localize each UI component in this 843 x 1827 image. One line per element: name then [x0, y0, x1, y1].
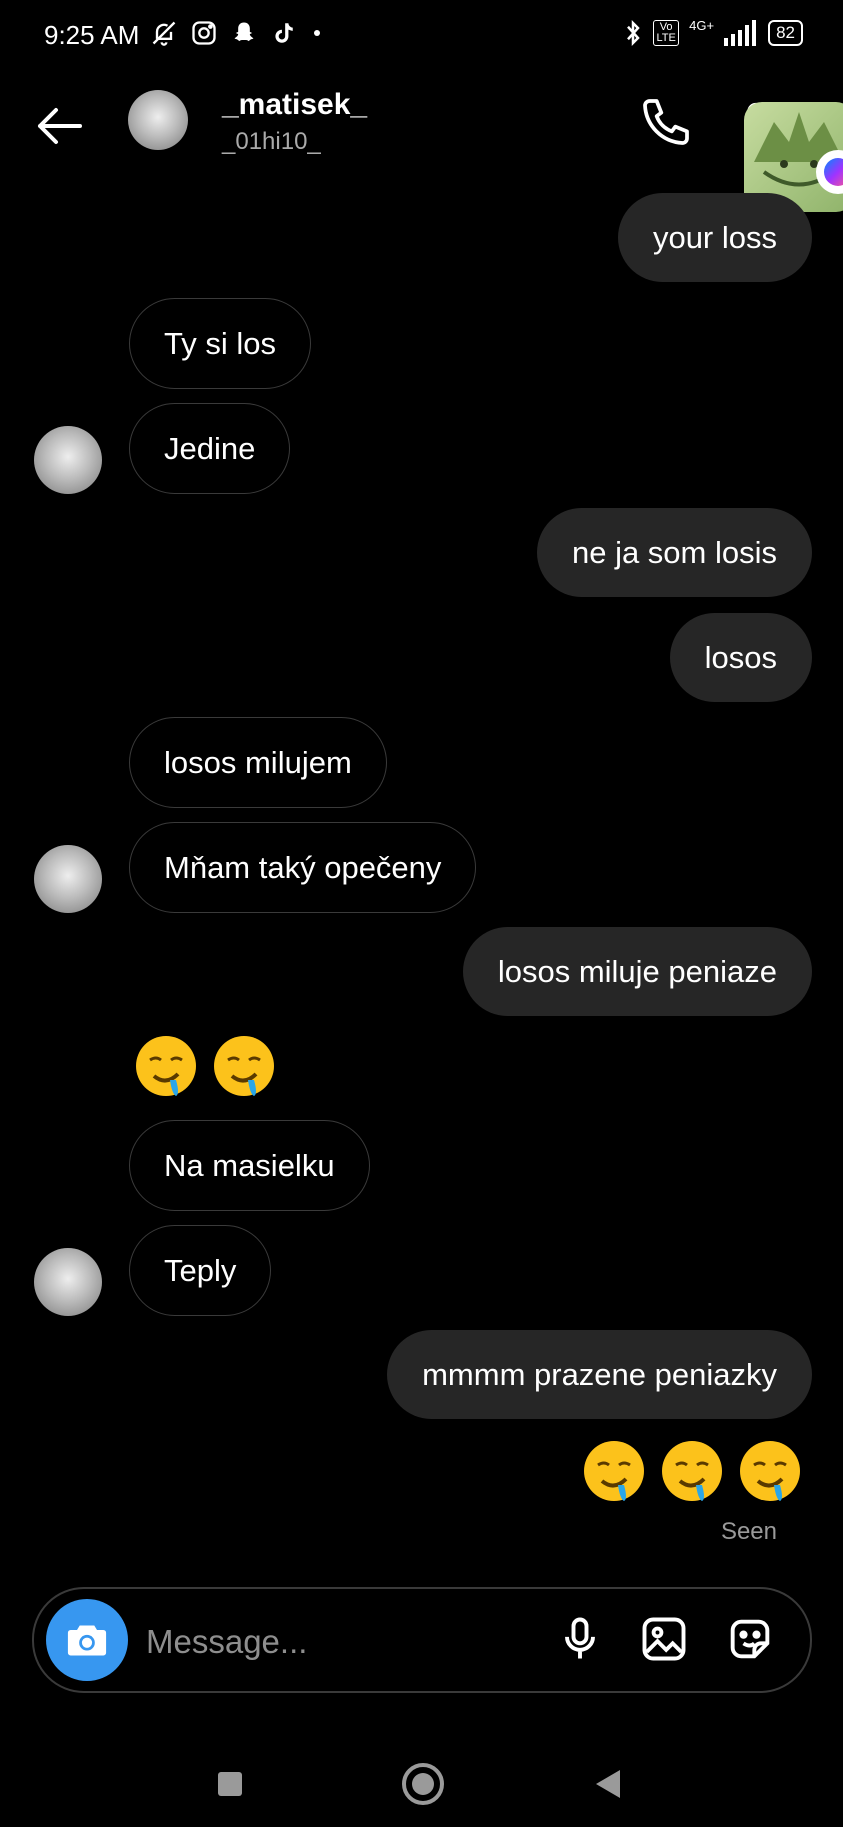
contact-name[interactable]: _matisek_: [222, 88, 367, 122]
message-incoming[interactable]: Teply: [129, 1225, 272, 1316]
message-incoming[interactable]: Na masielku: [129, 1120, 370, 1211]
message-outgoing[interactable]: losos miluje peniaze: [462, 927, 812, 1016]
sender-avatar[interactable]: [34, 1248, 102, 1316]
notification-icons: [150, 18, 320, 48]
contact-avatar[interactable]: [128, 90, 188, 150]
message-emoji-incoming[interactable]: 🤤🤤: [130, 1032, 280, 1104]
contact-username[interactable]: _01hi10_: [222, 128, 321, 156]
home-button[interactable]: [402, 1763, 444, 1805]
message-incoming[interactable]: Mňam taký opečeny: [129, 822, 477, 913]
drooling-face-emoji: [208, 1032, 280, 1104]
camera-icon: [67, 1625, 107, 1656]
system-nav-bar: [0, 1740, 843, 1827]
sender-avatar[interactable]: [34, 845, 102, 913]
bluetooth-icon: [627, 19, 640, 47]
microphone-icon[interactable]: [554, 1613, 606, 1665]
drooling-face-emoji: [734, 1437, 806, 1509]
sticker-icon[interactable]: [724, 1613, 776, 1665]
message-composer: Message...: [32, 1587, 812, 1693]
instagram-icon: [192, 21, 216, 45]
message-input[interactable]: Message...: [146, 1623, 307, 1661]
back-button[interactable]: [596, 1770, 620, 1798]
tiktok-icon: [275, 23, 293, 43]
message-outgoing[interactable]: ne ja som losis: [536, 508, 812, 597]
camera-button[interactable]: [46, 1599, 128, 1681]
snapchat-icon: [234, 22, 254, 42]
message-outgoing[interactable]: losos: [669, 613, 812, 702]
phone-icon[interactable]: [638, 94, 694, 150]
drooling-face-emoji: [130, 1032, 202, 1104]
message-incoming[interactable]: losos milujem: [129, 717, 387, 808]
message-outgoing[interactable]: mmmm prazene peniazky: [387, 1330, 812, 1419]
status-time: 9:25 AM: [44, 20, 140, 50]
message-outgoing[interactable]: your loss: [617, 193, 812, 282]
message-incoming[interactable]: Ty si los: [129, 298, 311, 389]
bell-off-icon: [152, 21, 176, 46]
network-label: 4G+: [689, 18, 715, 33]
chat-header: _matisek_ _01hi10_: [0, 76, 843, 176]
message-emoji-outgoing[interactable]: 🤤🤤🤤: [578, 1437, 806, 1509]
drooling-face-emoji: [656, 1437, 728, 1509]
battery-indicator: 82: [768, 20, 803, 46]
arrow-left-icon[interactable]: [30, 96, 90, 156]
message-incoming[interactable]: Jedine: [129, 403, 291, 494]
volte-icon: Vo LTE: [653, 20, 680, 46]
status-bar: 9:25 AM Vo LTE 4G+ 82: [0, 0, 843, 76]
system-icons: Vo LTE 4G+ 82: [623, 18, 803, 48]
sender-avatar[interactable]: [34, 426, 102, 494]
drooling-face-emoji: [578, 1437, 650, 1509]
recent-apps-button[interactable]: [218, 1772, 242, 1796]
signal-icon: [724, 20, 757, 46]
seen-indicator: Seen: [720, 1518, 777, 1545]
image-icon[interactable]: [638, 1613, 690, 1665]
dot-icon: [314, 30, 320, 36]
